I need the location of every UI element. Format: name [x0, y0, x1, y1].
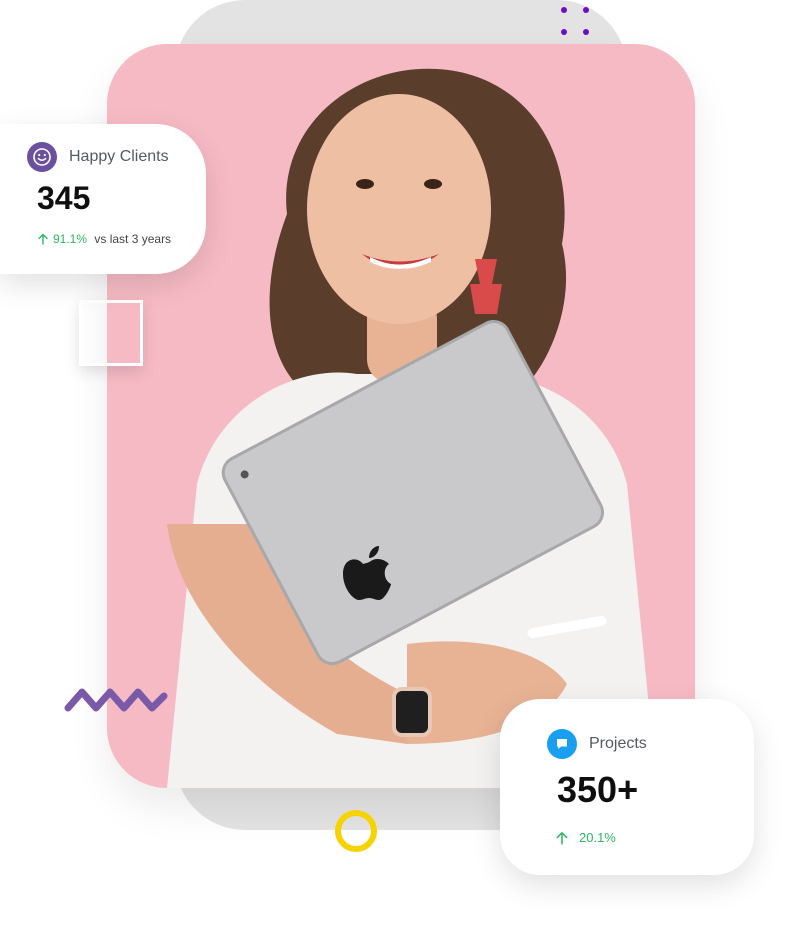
- projects-trend: 20.1%: [555, 830, 616, 845]
- decorative-square: [79, 300, 143, 366]
- projects-value: 350+: [557, 769, 639, 810]
- happy-clients-trend: 91.1% vs last 3 years: [37, 232, 171, 246]
- projects-header: Projects: [547, 729, 647, 759]
- happy-clients-title: Happy Clients: [69, 148, 169, 165]
- projects-title: Projects: [589, 735, 647, 752]
- chat-bubble-icon: [547, 729, 577, 759]
- decorative-zigzag: [64, 688, 168, 712]
- happy-clients-trend-suffix: vs last 3 years: [91, 232, 172, 246]
- arrow-up-icon: [556, 831, 568, 845]
- happy-clients-trend-percent: 91.1%: [53, 232, 88, 246]
- decorative-ring: [335, 810, 377, 852]
- happy-clients-card: Happy Clients 345 91.1% vs last 3 years: [0, 124, 206, 274]
- projects-trend-percent: 20.1%: [579, 830, 616, 845]
- happy-clients-header: Happy Clients: [27, 142, 169, 172]
- smiley-icon: [27, 142, 57, 172]
- projects-card: Projects 350+ 20.1%: [500, 699, 754, 875]
- happy-clients-value: 345: [37, 180, 91, 216]
- arrow-up-icon: [38, 233, 48, 245]
